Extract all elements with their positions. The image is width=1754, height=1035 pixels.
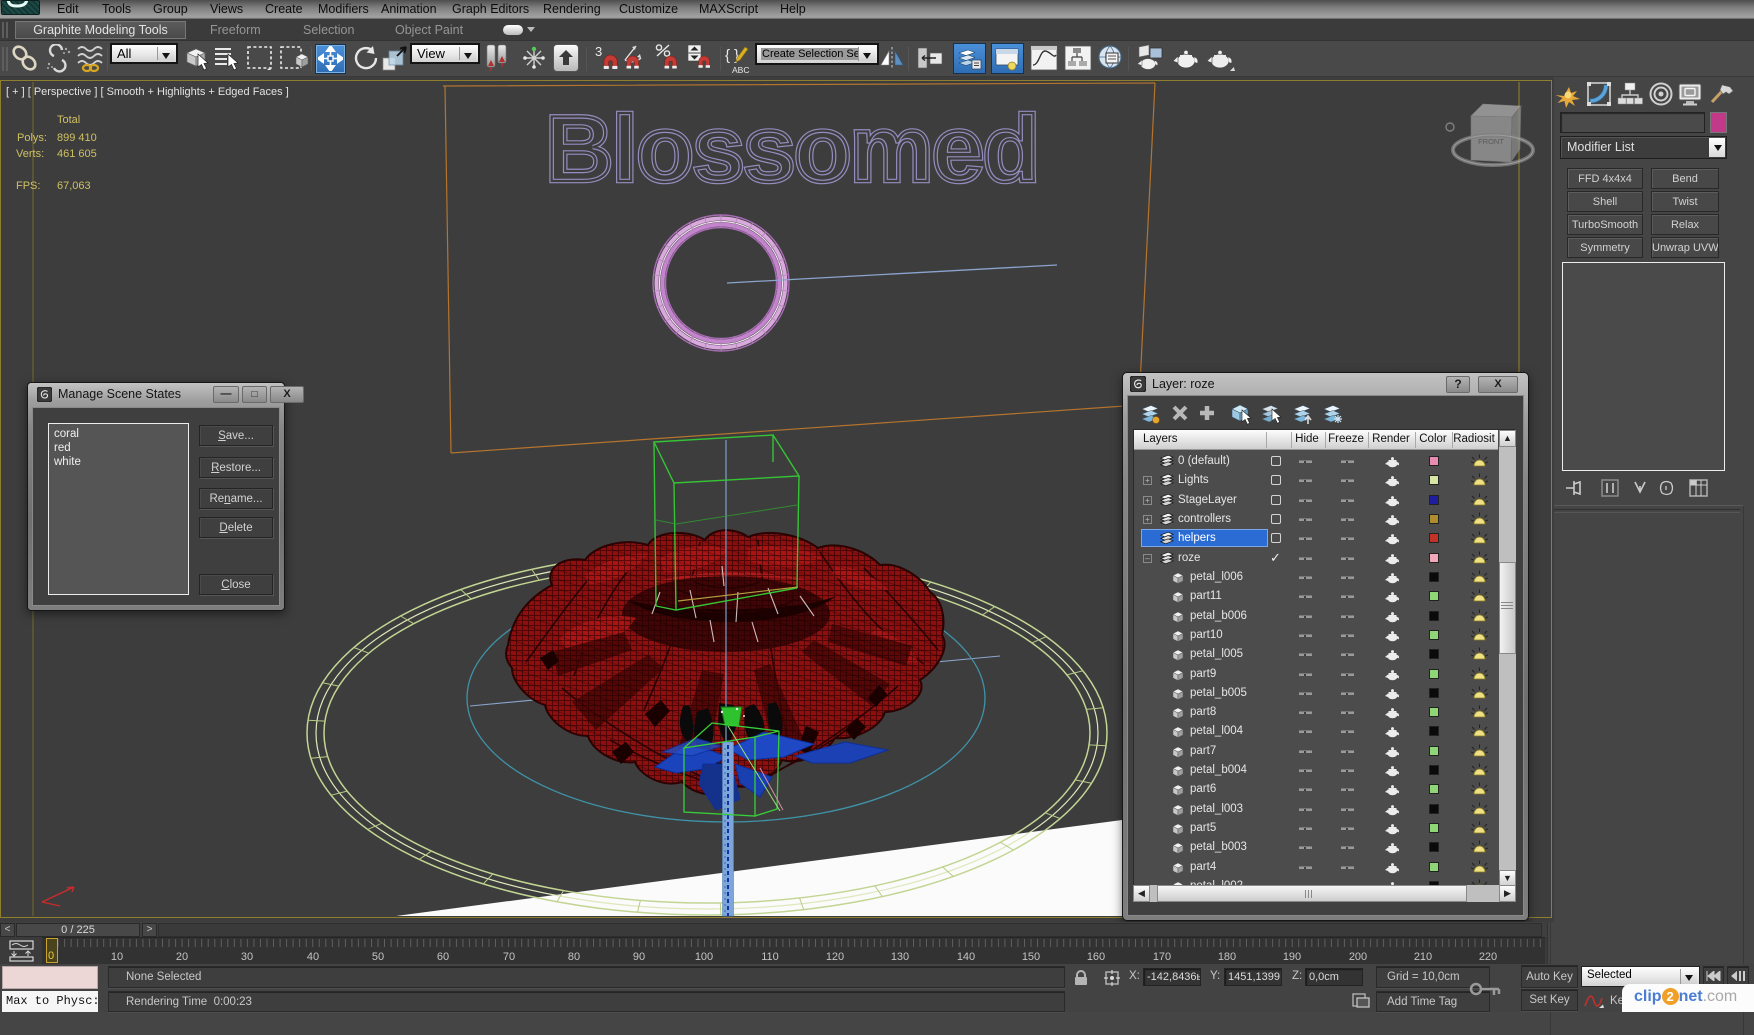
svg-text:60: 60 [437,951,449,963]
svg-text:120: 120 [826,951,844,963]
svg-text:110: 110 [761,951,779,963]
svg-text:150: 150 [1022,951,1040,963]
svg-text:50: 50 [372,951,384,963]
svg-text:ABC: ABC [732,65,749,75]
svg-text:FRONT: FRONT [1478,137,1504,146]
svg-text:Blossomed: Blossomed [545,96,1038,201]
svg-text:80: 80 [568,951,580,963]
svg-text:170: 170 [1153,951,1171,963]
svg-text:210: 210 [1414,951,1432,963]
svg-text:200: 200 [1349,951,1367,963]
svg-text:30: 30 [241,951,253,963]
svg-text:180: 180 [1218,951,1236,963]
svg-text:140: 140 [957,951,975,963]
svg-text:130: 130 [891,951,909,963]
svg-text:40: 40 [307,951,319,963]
svg-text:190: 190 [1283,951,1301,963]
svg-text:70: 70 [503,951,515,963]
svg-text:160: 160 [1087,951,1105,963]
svg-text:20: 20 [176,951,188,963]
svg-text:90: 90 [633,951,645,963]
svg-text:220: 220 [1479,951,1497,963]
svg-text:3: 3 [595,44,602,59]
svg-text:100: 100 [695,951,713,963]
svg-text:10: 10 [111,951,123,963]
